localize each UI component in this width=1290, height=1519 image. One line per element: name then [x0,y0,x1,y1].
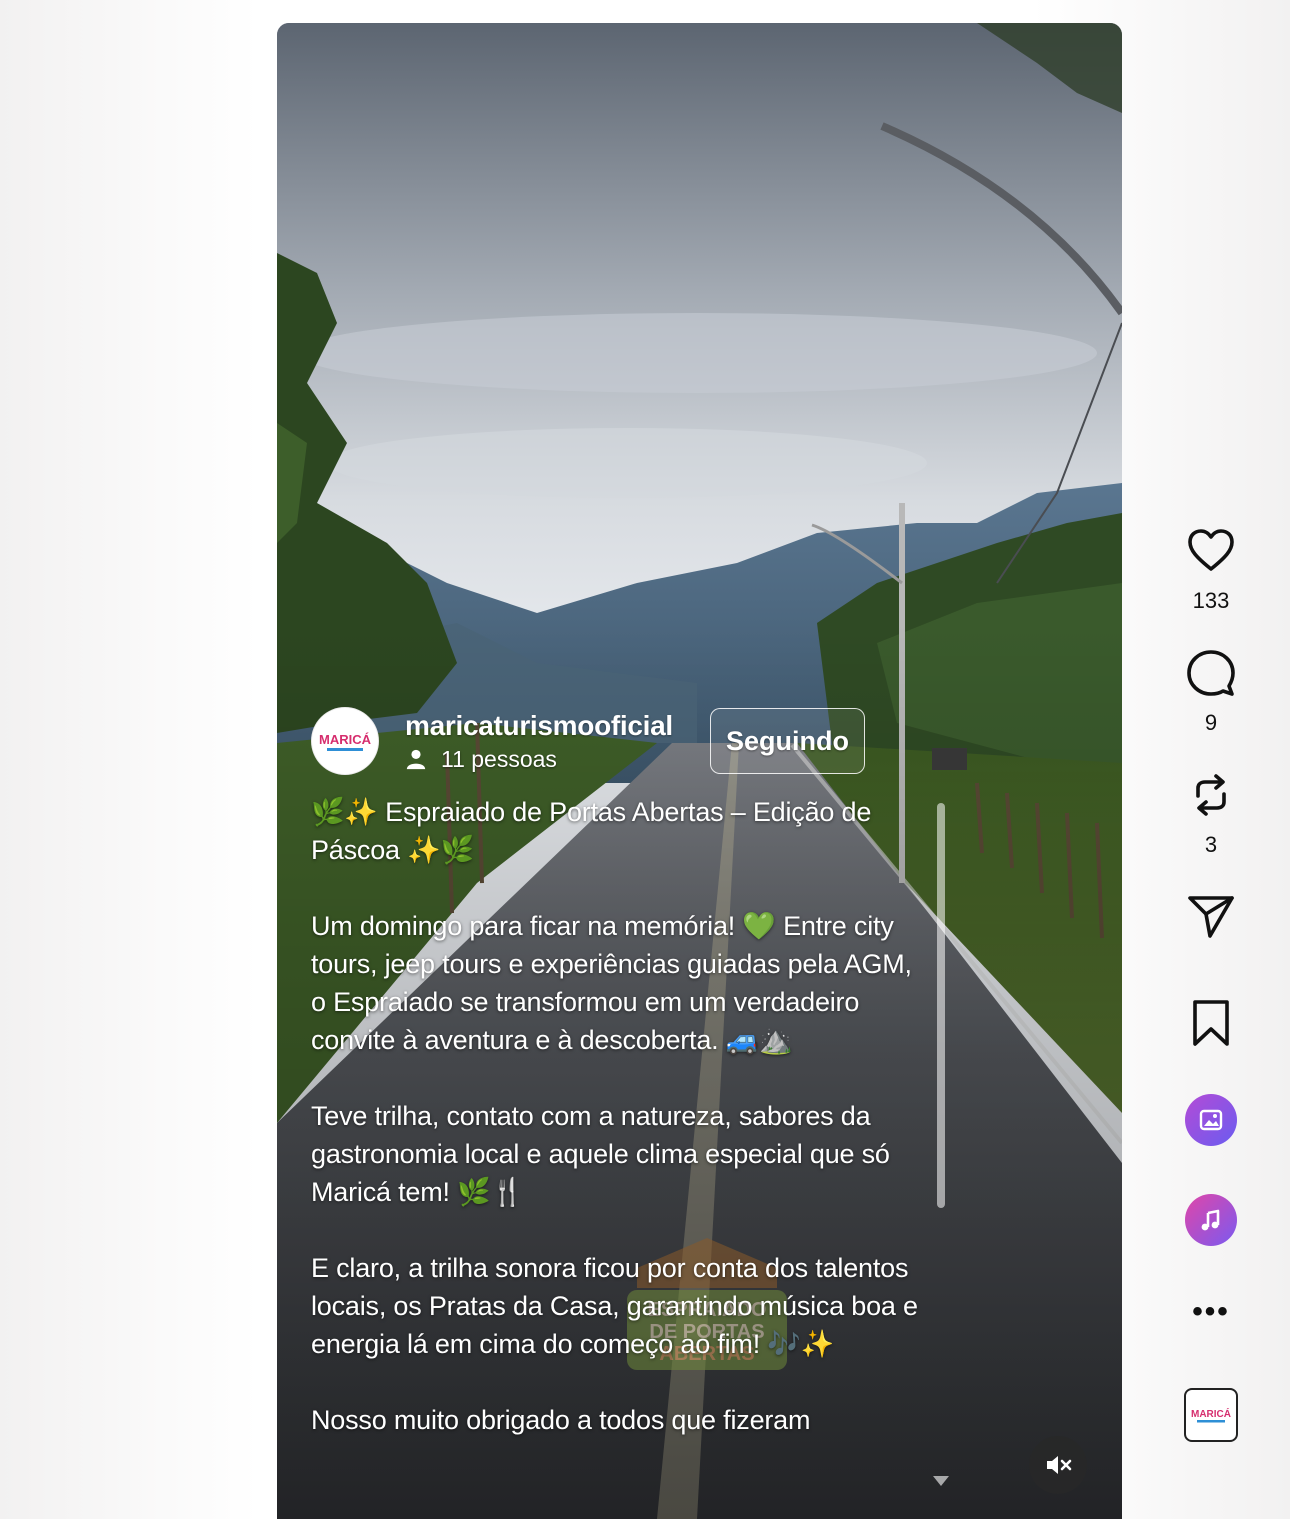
bookmark-icon[interactable] [1186,998,1236,1048]
avatar[interactable]: MARICÁ [311,707,379,775]
gallery-icon [1199,1109,1223,1131]
caption-scrollbar-thumb[interactable] [937,803,945,1208]
person-icon [406,749,426,770]
photo-app-button[interactable] [1185,1094,1237,1146]
like-action[interactable]: 133 [1186,526,1236,614]
marica-logo-small: MARICÁ [1191,1407,1231,1423]
heart-icon[interactable] [1186,526,1236,576]
reel-video[interactable]: ESPRAIADO DE PORTAS ABERTAS MARICÁ maric… [277,23,1122,1519]
save-action[interactable] [1186,998,1236,1048]
author-row: MARICÁ maricaturismooficial 11 pessoas [311,707,673,775]
comment-action[interactable]: 9 [1186,648,1236,736]
caption-paragraph: Nosso muito obrigado a todos que fizeram [311,1405,811,1435]
caption-scrollbar[interactable] [937,803,945,1508]
speaker-muted-icon [1047,1456,1072,1474]
following-button[interactable]: Seguindo [710,708,865,774]
caption-paragraph: Um domingo para ficar na memória! 💚 Entr… [311,911,912,1055]
action-rail: 133 9 3 ••• MARICÁ [1172,526,1250,1442]
collaborators-count: 11 pessoas [441,745,557,772]
music-app-button[interactable] [1185,1194,1237,1246]
music-note-icon [1201,1209,1220,1231]
marica-logo: MARICÁ [319,732,372,751]
author-info: maricaturismooficial 11 pessoas [405,710,673,773]
caption-paragraph: Teve trilha, contato com a natureza, sab… [311,1101,890,1207]
mute-button[interactable] [1029,1436,1087,1494]
caption-paragraph: E claro, a trilha sonora ficou por conta… [311,1253,918,1359]
more-icon[interactable]: ••• [1192,1297,1230,1327]
comment-bubble-icon[interactable] [1186,648,1236,698]
like-count[interactable]: 133 [1193,588,1230,614]
caption-scroll-down-icon[interactable] [932,1475,950,1487]
post-caption[interactable]: 🌿✨ Espraiado de Portas Abertas – Edição … [311,793,931,1493]
repost-action[interactable]: 3 [1186,770,1236,858]
repost-icon[interactable] [1186,770,1236,820]
collaborators-row[interactable]: 11 pessoas [405,746,673,773]
author-username[interactable]: maricaturismooficial [405,710,673,742]
avatar-logo-text: MARICÁ [319,732,372,747]
caption-paragraph: 🌿✨ Espraiado de Portas Abertas – Edição … [311,797,872,865]
share-action[interactable] [1186,892,1236,942]
audio-logo-text: MARICÁ [1191,1407,1231,1420]
original-audio-thumbnail[interactable]: MARICÁ [1184,1388,1238,1442]
comment-count[interactable]: 9 [1205,710,1217,736]
repost-count[interactable]: 3 [1205,832,1217,858]
send-icon[interactable] [1186,892,1236,942]
